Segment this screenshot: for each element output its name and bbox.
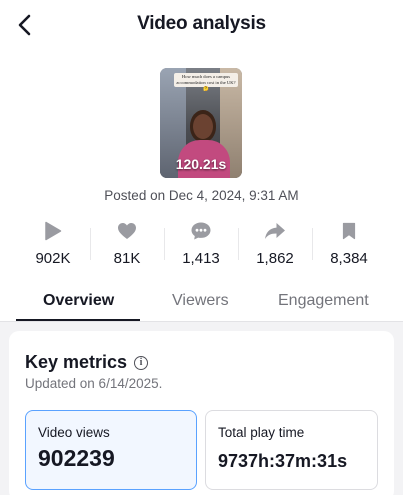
header: Video analysis [0, 0, 403, 50]
thumbnail-caption: How much does a campus accommodation cos… [174, 73, 238, 91]
comment-icon [191, 222, 211, 240]
video-thumbnail[interactable]: How much does a campus accommodation cos… [160, 68, 242, 178]
stat-shares: 1,862 [239, 220, 311, 267]
stat-value: 8,384 [330, 250, 368, 267]
share-icon [265, 223, 285, 239]
metric-card-total-play-time[interactable]: Total play time 9737h:37m:31s [205, 410, 378, 490]
tab-bar: Overview Viewers Engagement [0, 284, 403, 322]
metric-value: 902239 [38, 445, 115, 471]
tab-viewers[interactable]: Viewers [172, 292, 229, 310]
stat-saves: 8,384 [313, 220, 385, 267]
page-title: Video analysis [137, 13, 266, 34]
posted-date: Posted on Dec 4, 2024, 9:31 AM [104, 188, 299, 203]
tab-engagement[interactable]: Engagement [278, 292, 369, 310]
metric-label: Video views [38, 425, 110, 440]
tab-overview[interactable]: Overview [43, 292, 114, 310]
metric-value: 9737h:37m:31s [218, 451, 348, 471]
updated-date: Updated on 6/14/2025. [25, 376, 163, 391]
bookmark-icon [342, 222, 356, 240]
video-duration: 120.21s [175, 156, 227, 172]
stat-value: 1,862 [256, 250, 294, 267]
stat-likes: 81K [91, 220, 163, 267]
active-tab-indicator [16, 319, 140, 321]
stat-value: 1,413 [182, 250, 220, 267]
key-metrics-title: Key metrics [25, 352, 128, 372]
key-metrics-header: Key metrics i [25, 352, 149, 373]
stat-value: 81K [113, 250, 141, 267]
metric-card-video-views[interactable]: Video views 902239 [25, 410, 197, 490]
stat-value: 902K [35, 250, 71, 267]
info-icon[interactable]: i [134, 355, 149, 370]
metric-label: Total play time [218, 425, 305, 440]
stat-views: 902K [17, 220, 89, 267]
heart-icon [118, 223, 136, 239]
stats-row: 902K 81K 1,413 1,862 8,384 [0, 220, 403, 272]
stat-comments: 1,413 [165, 220, 237, 267]
play-icon [45, 221, 62, 241]
